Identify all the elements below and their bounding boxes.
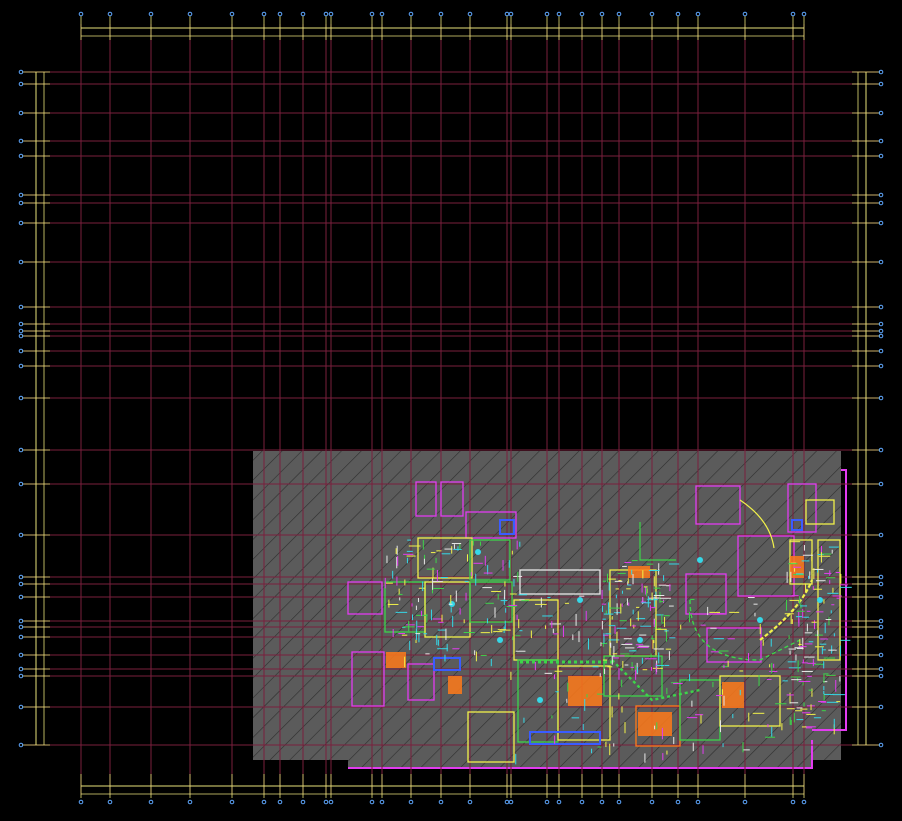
circle-marker-icon — [801, 799, 807, 805]
circle-marker-icon — [695, 799, 701, 805]
circle-marker-icon — [78, 799, 84, 805]
circle-marker-icon — [790, 799, 796, 805]
drawing-canvas[interactable] — [0, 0, 902, 821]
circle-marker-icon — [328, 799, 334, 805]
circle-marker-icon — [369, 11, 375, 17]
circle-marker-icon — [300, 799, 306, 805]
circle-marker-icon — [616, 799, 622, 805]
circle-marker-icon — [277, 799, 283, 805]
circle-marker-icon — [579, 11, 585, 17]
circle-marker-icon — [408, 11, 414, 17]
circle-marker-icon — [599, 11, 605, 17]
circle-marker-icon — [508, 11, 514, 17]
circle-marker-icon — [379, 11, 385, 17]
circle-marker-icon — [148, 799, 154, 805]
circle-marker-icon — [504, 11, 510, 17]
circle-marker-icon — [579, 799, 585, 805]
fixture-marker — [697, 557, 703, 563]
circle-marker-icon — [300, 11, 306, 17]
circle-marker-icon — [467, 11, 473, 17]
equipment-block — [448, 676, 462, 694]
fixture-marker — [475, 549, 481, 555]
circle-marker-icon — [187, 799, 193, 805]
equipment-block — [638, 712, 672, 736]
circle-marker-icon — [675, 799, 681, 805]
fixture-marker — [537, 697, 543, 703]
fixture-marker — [577, 597, 583, 603]
circle-marker-icon — [504, 799, 510, 805]
circle-marker-icon — [801, 11, 807, 17]
circle-marker-icon — [323, 799, 329, 805]
circle-marker-icon — [742, 11, 748, 17]
circle-marker-icon — [107, 11, 113, 17]
circle-marker-icon — [148, 11, 154, 17]
fixture-marker — [637, 637, 643, 643]
fixture-marker — [757, 617, 763, 623]
circle-marker-icon — [229, 11, 235, 17]
circle-marker-icon — [556, 799, 562, 805]
circle-marker-icon — [438, 799, 444, 805]
circle-marker-icon — [695, 11, 701, 17]
circle-marker-icon — [328, 11, 334, 17]
fixture-marker — [497, 637, 503, 643]
circle-marker-icon — [649, 11, 655, 17]
circle-marker-icon — [261, 11, 267, 17]
circle-marker-icon — [616, 11, 622, 17]
equipment-block — [386, 652, 406, 668]
circle-marker-icon — [544, 799, 550, 805]
circle-marker-icon — [277, 11, 283, 17]
circle-marker-icon — [556, 11, 562, 17]
circle-marker-icon — [742, 799, 748, 805]
circle-marker-icon — [467, 799, 473, 805]
circle-marker-icon — [649, 799, 655, 805]
circle-marker-icon — [790, 11, 796, 17]
circle-marker-icon — [323, 11, 329, 17]
circle-marker-icon — [379, 799, 385, 805]
circle-marker-icon — [107, 799, 113, 805]
fixture-marker — [817, 597, 823, 603]
circle-marker-icon — [261, 799, 267, 805]
circle-marker-icon — [675, 11, 681, 17]
circle-marker-icon — [187, 11, 193, 17]
circle-marker-icon — [229, 799, 235, 805]
circle-marker-icon — [508, 799, 514, 805]
circle-marker-icon — [544, 11, 550, 17]
circle-marker-icon — [408, 799, 414, 805]
cad-model-space[interactable] — [0, 0, 902, 821]
circle-marker-icon — [369, 799, 375, 805]
circle-marker-icon — [599, 799, 605, 805]
circle-marker-icon — [438, 11, 444, 17]
circle-marker-icon — [78, 11, 84, 17]
floor-slab-hatch — [253, 451, 847, 769]
